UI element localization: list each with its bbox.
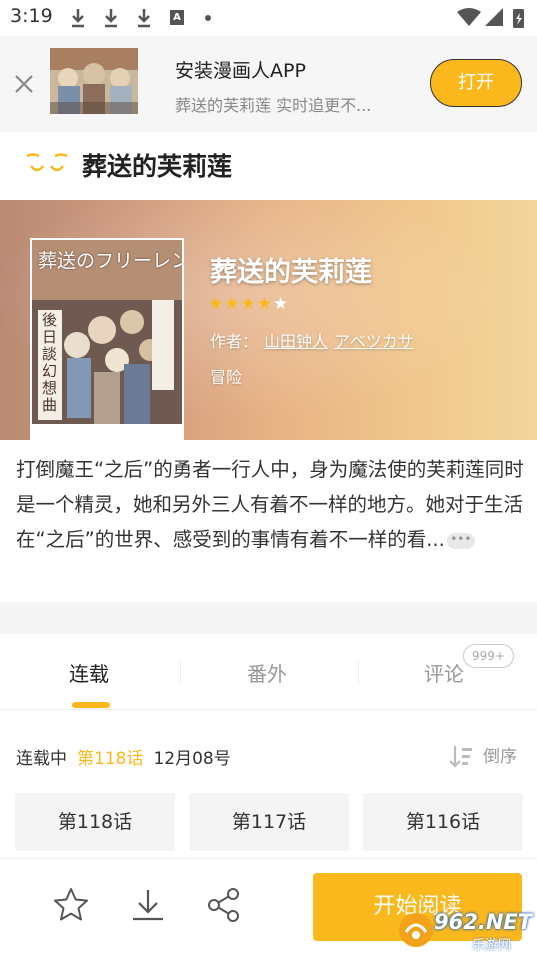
cover-title: 葬送のフリーレン (38, 250, 184, 272)
favorite-star-icon[interactable] (51, 885, 91, 925)
genre-tag[interactable]: 冒险 (210, 364, 242, 388)
notification-dot-icon (205, 15, 211, 21)
chapter-button[interactable]: 第117话 (189, 793, 349, 851)
active-tab-indicator (72, 702, 110, 708)
comic-title: 葬送的芙莉莲 (210, 257, 372, 288)
download-icon (105, 9, 117, 28)
tab-separator (358, 662, 359, 684)
expand-more-icon[interactable]: ••• (446, 533, 475, 549)
comic-cover[interactable]: 葬送のフリーレン 後日談幻想曲 (30, 238, 184, 440)
cover-subtitle: 後日談幻想曲 (42, 311, 58, 414)
promo-title: 安装漫画人APP (175, 60, 306, 82)
page-header: 葬送的芙莉莲 (0, 132, 537, 200)
share-icon[interactable] (204, 885, 244, 925)
tab-comments[interactable]: 评论 (424, 658, 464, 687)
latest-chapter[interactable]: 第118话 (77, 749, 143, 769)
star-filled-icon: ★ (208, 294, 224, 314)
close-icon[interactable] (10, 70, 38, 98)
status-bar: 3:19 A (0, 0, 537, 36)
comment-count-badge: 999+ (463, 644, 514, 668)
download-icon (138, 9, 150, 28)
comic-description[interactable]: 打倒魔王“之后”的勇者一行人中，身为魔法使的芙莉莲同时是一个精灵，她和另外三人有… (16, 452, 526, 557)
watermark-text: 962.NET (434, 910, 533, 934)
status-time: 3:19 (10, 5, 53, 27)
download-icon[interactable] (128, 885, 168, 925)
promo-subtitle: 葬送的芙莉莲 实时追更不... (175, 96, 372, 115)
section-divider (0, 602, 537, 634)
tab-serial[interactable]: 连载 (69, 658, 109, 687)
open-app-button[interactable]: 打开 (430, 59, 522, 107)
font-app-icon: A (170, 10, 184, 25)
sort-label: 倒序 (483, 747, 517, 767)
serial-status: 连载中 (16, 749, 67, 769)
tab-extras[interactable]: 番外 (247, 658, 287, 687)
author-link[interactable]: アベツカサ (334, 332, 414, 351)
download-icon (72, 9, 84, 28)
star-empty-icon: ★ (273, 294, 289, 314)
star-filled-icon: ★ (224, 294, 240, 314)
sort-descending-icon (449, 746, 472, 768)
author-label: 作者： (210, 332, 259, 351)
tab-bar: 连载 番外 评论 999+ (0, 634, 537, 710)
site-watermark: 962.NET 乐游网 (396, 906, 534, 954)
update-date: 12月08号 (153, 749, 231, 769)
rating-stars: ★★★★★ (208, 294, 289, 314)
author-link[interactable]: 山田钟人 (264, 332, 328, 351)
star-filled-icon: ★ (240, 294, 256, 314)
watermark-subtext: 乐游网 (472, 938, 512, 953)
tab-separator (180, 662, 181, 684)
chapter-button[interactable]: 第118话 (15, 793, 175, 851)
comic-hero: 葬送のフリーレン 後日談幻想曲 葬送的芙莉莲 ★★★★★ 作者： 山田钟人 アベツカ… (0, 200, 537, 440)
signal-battery-icons (457, 8, 524, 28)
app-logo-icon (26, 153, 68, 172)
star-filled-icon: ★ (256, 294, 272, 314)
chapter-status-row: 连载中 第118话 12月08号 (16, 744, 231, 769)
page-title: 葬送的芙莉莲 (82, 152, 233, 181)
author-row: 作者： 山田钟人 アベツカサ (210, 328, 414, 352)
app-install-banner: 安装漫画人APP 葬送的芙莉莲 实时追更不... 打开 (0, 36, 537, 132)
promo-thumbnail (50, 48, 138, 114)
watermark-logo-icon (399, 913, 433, 947)
chapter-button[interactable]: 第116话 (363, 793, 523, 851)
